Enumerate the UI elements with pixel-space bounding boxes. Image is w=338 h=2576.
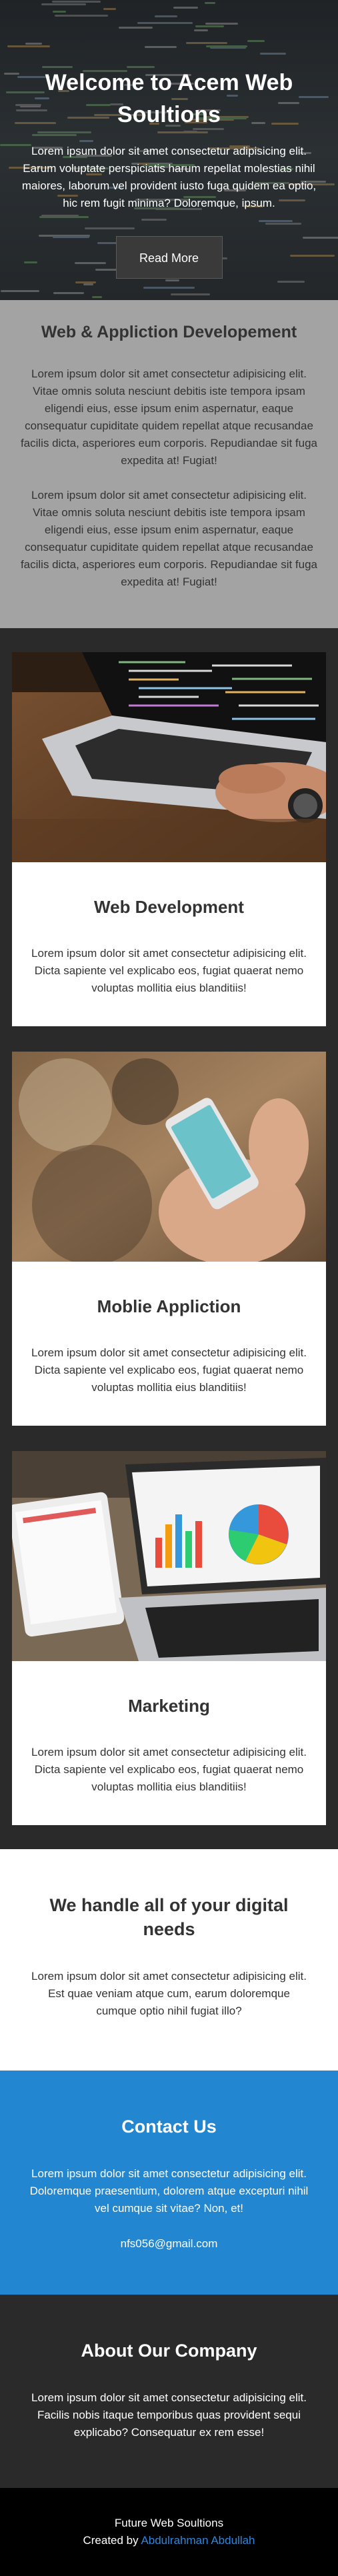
intro-paragraph: Lorem ipsum dolor sit amet consectetur a… (20, 489, 318, 588)
contact-text: Lorem ipsum dolor sit amet consectetur a… (29, 2167, 309, 2215)
intro-section: Web & Appliction Developement Lorem ipsu… (0, 300, 338, 628)
company-text: Lorem ipsum dolor sit amet consectetur a… (31, 2391, 307, 2439)
service-card-web: Web Development Lorem ipsum dolor sit am… (12, 652, 326, 1026)
intro-paragraph: Lorem ipsum dolor sit amet consectetur a… (20, 367, 318, 467)
card-text: Lorem ipsum dolor sit amet consectetur a… (31, 1746, 307, 1793)
card-title: Marketing (128, 1696, 210, 1716)
hero-section: Welcome to Acem Web Soultions Lorem ipsu… (0, 0, 338, 300)
intro-title: Web & Appliction Developement (41, 323, 297, 341)
services-section: Web Development Lorem ipsum dolor sit am… (0, 628, 338, 1849)
needs-title: We handle all of your digital needs (49, 1895, 289, 1939)
author-link[interactable]: Abdulrahman Abdullah (141, 2534, 255, 2547)
about-company-section: About Our Company Lorem ipsum dolor sit … (0, 2295, 338, 2488)
service-card-mobile: Moblie Appliction Lorem ipsum dolor sit … (12, 1052, 326, 1426)
contact-email-link[interactable]: nfs056@gmail.com (27, 2237, 311, 2251)
hero-text: Lorem ipsum dolor sit amet consectetur a… (21, 145, 317, 209)
card-title: Web Development (94, 897, 244, 917)
footer: Future Web Soultions Created by Abdulrah… (0, 2488, 338, 2576)
footer-credit: Created by Abdulrahman Abdullah (13, 2532, 325, 2549)
laptop-analytics-image (12, 1451, 326, 1661)
digital-needs-section: We handle all of your digital needs Lore… (0, 1849, 338, 2071)
needs-text: Lorem ipsum dolor sit amet consectetur a… (31, 1970, 307, 2017)
footer-credit-prefix: Created by (83, 2534, 139, 2547)
contact-title: Contact Us (121, 2117, 217, 2137)
card-title: Moblie Appliction (97, 1296, 241, 1316)
card-text: Lorem ipsum dolor sit amet consectetur a… (31, 947, 307, 994)
footer-brand: Future Web Soultions (114, 2517, 224, 2529)
hero-title: Welcome to Acem Web Soultions (45, 70, 293, 127)
read-more-button[interactable]: Read More (115, 236, 223, 279)
laptop-code-image (12, 652, 326, 862)
company-title: About Our Company (81, 2341, 257, 2361)
phone-in-hand-image (12, 1052, 326, 1262)
service-card-marketing: Marketing Lorem ipsum dolor sit amet con… (12, 1451, 326, 1825)
contact-section: Contact Us Lorem ipsum dolor sit amet co… (0, 2071, 338, 2295)
card-text: Lorem ipsum dolor sit amet consectetur a… (31, 1346, 307, 1394)
